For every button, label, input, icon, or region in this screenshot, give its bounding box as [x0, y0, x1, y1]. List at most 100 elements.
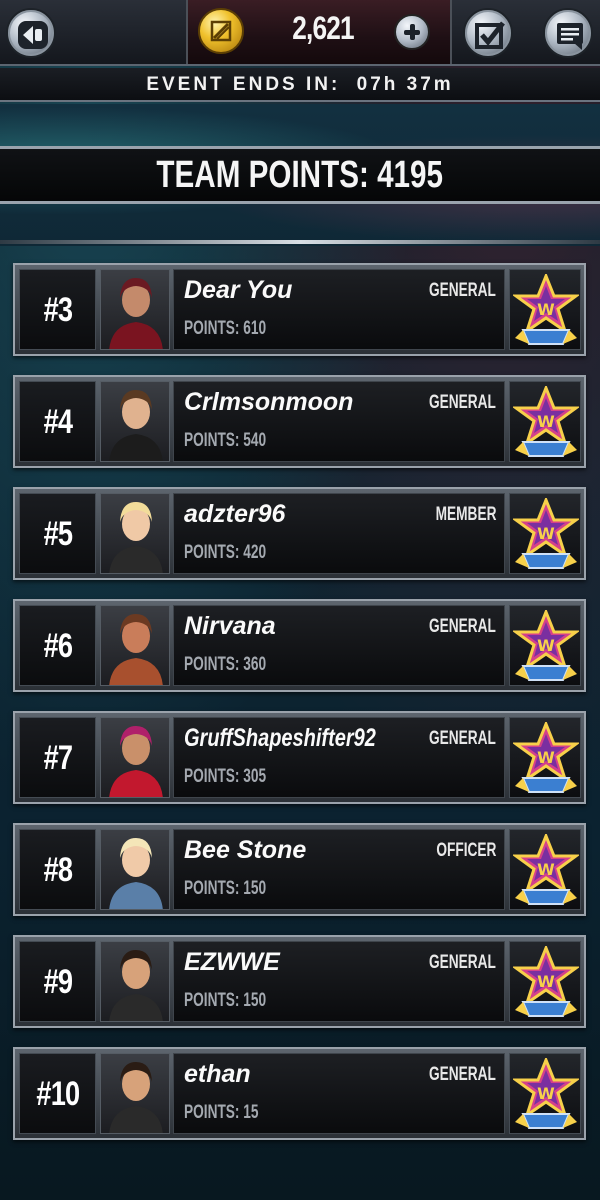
wwe-badge[interactable]: W	[509, 1053, 581, 1134]
member-row[interactable]: #3 Dear You GENERAL POINTS: 610 W	[13, 263, 586, 356]
currency-panel: 2,621	[186, 0, 452, 64]
avatar[interactable]	[100, 829, 170, 910]
tasks-button[interactable]	[463, 8, 513, 58]
rank-cell: #8	[19, 829, 96, 910]
svg-text:W: W	[537, 412, 555, 431]
member-role: GENERAL	[429, 952, 496, 973]
member-points: POINTS: 540	[184, 430, 267, 451]
member-role: OFFICER	[435, 840, 496, 861]
member-points: POINTS: 610	[184, 318, 267, 339]
wwe-badge[interactable]: W	[509, 829, 581, 910]
event-timer: EVENT ENDS IN: 07h 37m	[0, 68, 600, 102]
wrestler-portrait-icon	[109, 726, 163, 797]
wwe-star-badge-icon: W	[513, 722, 579, 793]
avatar[interactable]	[100, 941, 170, 1022]
member-name: EZWWE	[184, 948, 280, 976]
svg-text:W: W	[537, 524, 555, 543]
rank-cell: #10	[19, 1053, 96, 1134]
member-role: GENERAL	[429, 616, 496, 637]
wwe-badge[interactable]: W	[509, 269, 581, 350]
member-info: GruffShapeshifter92 GENERAL POINTS: 305	[173, 717, 505, 798]
wrestler-portrait-icon	[109, 390, 163, 461]
wwe-badge[interactable]: W	[509, 717, 581, 798]
wwe-badge[interactable]: W	[509, 941, 581, 1022]
rank-label: #6	[43, 627, 72, 665]
member-role: GENERAL	[429, 1064, 496, 1085]
member-info: Bee Stone OFFICER POINTS: 150	[173, 829, 505, 910]
member-name: adzter96	[184, 500, 286, 528]
avatar[interactable]	[100, 605, 170, 686]
member-name: Nirvana	[184, 612, 276, 640]
add-coins-button[interactable]	[394, 14, 430, 50]
member-row[interactable]: #5 adzter96 MEMBER POINTS: 420 W	[13, 487, 586, 580]
wwe-badge[interactable]: W	[509, 493, 581, 574]
wrestler-portrait-icon	[109, 950, 163, 1021]
news-button[interactable]	[543, 8, 593, 58]
member-points: POINTS: 15	[184, 1102, 259, 1123]
wwe-badge[interactable]: W	[509, 381, 581, 462]
member-row[interactable]: #10 ethan GENERAL POINTS: 15 W	[13, 1047, 586, 1140]
rank-cell: #5	[19, 493, 96, 574]
svg-text:W: W	[537, 1084, 555, 1103]
back-arrow-icon	[18, 21, 48, 49]
member-name: Bee Stone	[184, 836, 307, 864]
avatar[interactable]	[100, 269, 170, 350]
divider	[0, 240, 600, 244]
wrestler-portrait-icon	[109, 278, 163, 349]
svg-text:W: W	[537, 636, 555, 655]
member-info: Nirvana GENERAL POINTS: 360	[173, 605, 505, 686]
wwe-star-badge-icon: W	[513, 498, 579, 569]
rank-cell: #3	[19, 269, 96, 350]
wwe-star-badge-icon: W	[513, 1058, 579, 1129]
wwe-badge[interactable]: W	[509, 605, 581, 686]
member-name: Crlmsonmoon	[184, 388, 354, 416]
member-row[interactable]: #6 Nirvana GENERAL POINTS: 360 W	[13, 599, 586, 692]
member-row[interactable]: #8 Bee Stone OFFICER POINTS: 150 W	[13, 823, 586, 916]
wwe-star-badge-icon: W	[513, 946, 579, 1017]
event-ends-label: EVENT ENDS IN:	[146, 74, 341, 95]
svg-text:W: W	[537, 748, 555, 767]
member-role: GENERAL	[429, 728, 496, 749]
member-row[interactable]: #4 Crlmsonmoon GENERAL POINTS: 540 W	[13, 375, 586, 468]
wwe-star-badge-icon: W	[513, 274, 579, 345]
rank-label: #8	[43, 851, 72, 889]
member-points: POINTS: 150	[184, 990, 267, 1011]
checkbox-icon	[475, 21, 505, 49]
member-row[interactable]: #9 EZWWE GENERAL POINTS: 150 W	[13, 935, 586, 1028]
member-info: ethan GENERAL POINTS: 15	[173, 1053, 505, 1134]
coin-icon	[198, 8, 244, 54]
member-info: Dear You GENERAL POINTS: 610	[173, 269, 505, 350]
wwe-star-badge-icon: W	[513, 386, 579, 457]
member-row[interactable]: #7 GruffShapeshifter92 GENERAL POINTS: 3…	[13, 711, 586, 804]
svg-text:W: W	[537, 860, 555, 879]
svg-text:W: W	[537, 972, 555, 991]
team-points: TEAM POINTS: 4195	[156, 154, 444, 196]
wwe-star-badge-icon: W	[513, 610, 579, 681]
member-points: POINTS: 360	[184, 654, 267, 675]
rank-label: #10	[35, 1075, 80, 1113]
wrestler-portrait-icon	[109, 838, 163, 909]
wrestler-portrait-icon	[109, 1062, 163, 1133]
rank-cell: #4	[19, 381, 96, 462]
rank-label: #7	[43, 739, 72, 777]
top-bar: 2,621	[0, 0, 600, 66]
wrestler-portrait-icon	[109, 502, 163, 573]
rank-label: #3	[43, 291, 72, 329]
wrestler-portrait-icon	[109, 614, 163, 685]
rank-cell: #7	[19, 717, 96, 798]
member-role: GENERAL	[429, 392, 496, 413]
coins-amount: 2,621	[292, 10, 354, 46]
member-points: POINTS: 420	[184, 542, 267, 563]
member-role: GENERAL	[429, 280, 496, 301]
back-button[interactable]	[6, 8, 56, 58]
avatar[interactable]	[100, 1053, 170, 1134]
rank-cell: #6	[19, 605, 96, 686]
team-points-banner: TEAM POINTS: 4195	[0, 146, 600, 204]
rank-cell: #9	[19, 941, 96, 1022]
member-info: adzter96 MEMBER POINTS: 420	[173, 493, 505, 574]
avatar[interactable]	[100, 381, 170, 462]
rank-label: #4	[43, 403, 72, 441]
avatar[interactable]	[100, 493, 170, 574]
member-info: EZWWE GENERAL POINTS: 150	[173, 941, 505, 1022]
avatar[interactable]	[100, 717, 170, 798]
